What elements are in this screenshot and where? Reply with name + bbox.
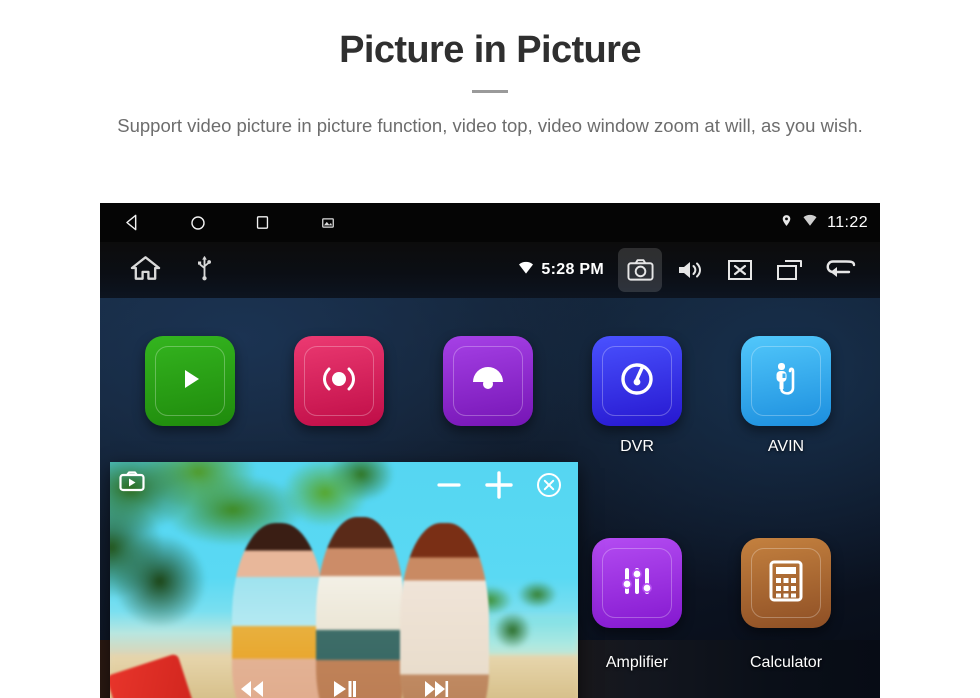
- close-app-button[interactable]: [718, 248, 762, 292]
- android-status-bar: 11:22: [100, 203, 880, 242]
- app-wheelkey-study[interactable]: [415, 336, 561, 426]
- wheelkey-study-tile[interactable]: [443, 336, 533, 426]
- wifi-icon: [517, 261, 535, 280]
- dvr-label: DVR: [620, 438, 654, 455]
- pip-camera-icon[interactable]: [118, 470, 146, 492]
- pip-zoom-in-button[interactable]: [482, 468, 516, 502]
- calculator-tile[interactable]: [741, 538, 831, 628]
- play-icon: [172, 361, 208, 402]
- usb-icon[interactable]: [197, 255, 212, 286]
- back-icon[interactable]: [100, 203, 165, 242]
- pip-playback-controls: [110, 674, 578, 698]
- pip-zoom-out-button[interactable]: [432, 468, 466, 502]
- radio-icon: [320, 360, 358, 403]
- back-button[interactable]: [818, 248, 862, 292]
- netflix-tile[interactable]: [145, 336, 235, 426]
- camera-button[interactable]: [618, 248, 662, 292]
- status-bar-indicators: 11:22: [780, 203, 868, 242]
- location-pin-icon: [780, 213, 793, 233]
- recents-icon[interactable]: [230, 203, 295, 242]
- device-screen: 11:22 5:28 PM DVR AVIN Amplifier Calcula…: [100, 203, 880, 698]
- pip-window-controls: [432, 468, 566, 502]
- launcher-home: DVR AVIN Amplifier Calculator: [100, 298, 880, 698]
- volume-button[interactable]: [668, 248, 712, 292]
- system-toolbar: 5:28 PM: [100, 242, 880, 298]
- page-title: Picture in Picture: [339, 29, 641, 71]
- pip-scene-person-3: [400, 522, 490, 698]
- wifi-icon: [802, 214, 818, 232]
- wheel-icon: [467, 358, 509, 405]
- amplifier-label-strip: Amplifier: [605, 654, 669, 671]
- status-bar-nav: [100, 203, 360, 242]
- toolbar-left-group: [130, 242, 212, 298]
- app-netflix[interactable]: [117, 336, 263, 426]
- calculator-icon: [767, 560, 805, 607]
- play-pause-icon[interactable]: [329, 674, 359, 698]
- app-dvr[interactable]: DVR: [564, 336, 710, 456]
- avin-tile[interactable]: [741, 336, 831, 426]
- amplifier-tile[interactable]: [592, 538, 682, 628]
- previous-track-icon[interactable]: [237, 674, 267, 698]
- title-divider: [472, 89, 508, 93]
- page-subtitle: Support video picture in picture functio…: [117, 114, 863, 136]
- avin-label: AVIN: [767, 438, 805, 455]
- toolbar-right-group: 5:28 PM: [517, 242, 862, 298]
- screenshot-icon[interactable]: [295, 203, 360, 242]
- next-track-icon[interactable]: [421, 674, 451, 698]
- app-avin[interactable]: AVIN: [713, 336, 859, 456]
- pip-video-window[interactable]: seicar: [110, 462, 578, 698]
- dvr-tile[interactable]: [592, 336, 682, 426]
- toolbar-clock: 5:28 PM: [541, 261, 604, 278]
- task-switch-button[interactable]: [768, 248, 812, 292]
- app-siriusxm[interactable]: [266, 336, 412, 426]
- equalizer-icon: [617, 561, 657, 606]
- gauge-icon: [615, 357, 659, 406]
- calculator-label-strip: Calculator: [749, 654, 823, 671]
- pip-scene-person-2: [315, 517, 405, 698]
- siriusxm-tile[interactable]: [294, 336, 384, 426]
- pip-scene-person-1: [231, 522, 326, 698]
- status-bar-clock: 11:22: [827, 213, 868, 231]
- home-icon[interactable]: [130, 254, 161, 287]
- home-icon[interactable]: [165, 203, 230, 242]
- page-header: Picture in Picture Support video picture…: [0, 0, 980, 140]
- plug-icon: [766, 358, 806, 405]
- pip-close-button[interactable]: [532, 468, 566, 502]
